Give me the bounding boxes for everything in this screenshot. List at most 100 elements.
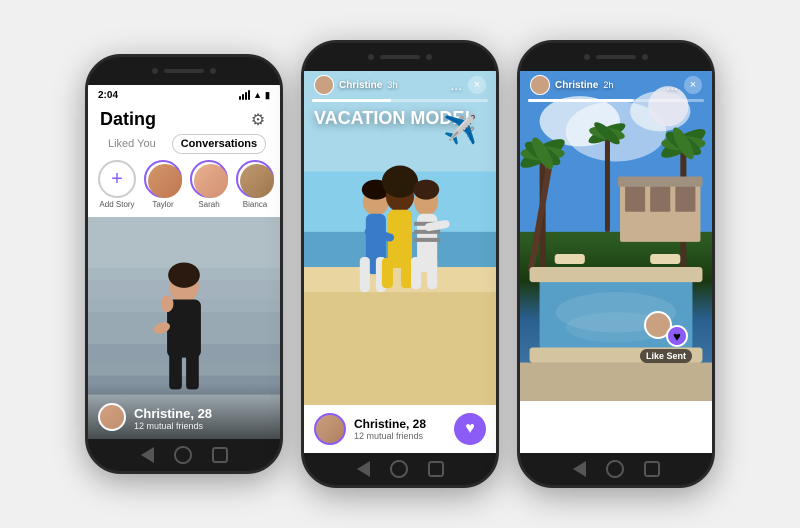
like-sent-text: Like Sent <box>640 349 692 363</box>
close-story-button-p3[interactable]: × <box>684 76 702 94</box>
back-button[interactable] <box>141 447 154 463</box>
story-progress <box>312 99 488 102</box>
progress-fill <box>312 99 391 102</box>
heart-sent-icon: ♥ <box>666 325 688 347</box>
add-story-label: Add Story <box>99 200 134 209</box>
dating-header: Dating ⚙ <box>88 105 280 134</box>
signal-icon <box>239 90 250 100</box>
status-time: 2:04 <box>98 90 118 101</box>
camera-dot-p2b <box>426 54 432 60</box>
phone-2-bottom-bar <box>304 453 496 485</box>
card-text: Christine, 28 12 mutual friends <box>134 406 212 431</box>
tab-liked-you[interactable]: Liked You <box>100 135 164 153</box>
story-bianca[interactable]: Bianca <box>236 160 274 209</box>
card-mutual: 12 mutual friends <box>134 421 212 431</box>
home-button[interactable] <box>174 446 192 464</box>
story-top-bar-p3: Christine 2h ... × <box>520 71 712 99</box>
match-card[interactable]: Christine, 28 12 mutual friends <box>88 217 280 439</box>
phone-3-screen: Christine 2h ... × ♥ <box>520 71 712 453</box>
wifi-icon: ▲ <box>253 90 262 100</box>
story-ring-sarah <box>190 160 228 198</box>
more-options-icon[interactable]: ... <box>450 77 462 93</box>
settings-icon[interactable]: ⚙ <box>248 110 268 130</box>
camera-dot-p3b <box>642 54 648 60</box>
phone-1-screen: 2:04 ▲ ▮ Dating ⚙ <box>88 85 280 439</box>
story-actions: ... × <box>450 76 486 94</box>
phone-1-bottom-bar <box>88 439 280 471</box>
profile-sub: 12 mutual friends <box>354 431 426 441</box>
story-ring-bianca <box>236 160 274 198</box>
card-name: Christine, 28 <box>134 406 212 421</box>
phone-1: 2:04 ▲ ▮ Dating ⚙ <box>85 54 283 474</box>
profile-name: Christine, 28 <box>354 417 426 431</box>
home-button-p3[interactable] <box>606 460 624 478</box>
resort-screen: Christine 2h ... × ♥ <box>520 71 712 453</box>
page-title: Dating <box>100 109 156 130</box>
story-sarah[interactable]: Sarah <box>190 160 228 209</box>
story-time-p3: 2h <box>603 80 613 90</box>
speaker-p3 <box>596 55 636 59</box>
sarah-label: Sarah <box>198 200 219 209</box>
story-bottom-bar-p3 <box>520 401 712 453</box>
status-icons: ▲ ▮ <box>239 90 270 101</box>
taylor-avatar <box>148 164 182 198</box>
phone-3-bottom-bar <box>520 453 712 485</box>
phone-2-screen: Christine 3h ... × VACATION MODE! ✈️ <box>304 71 496 453</box>
tabs: Liked You Conversations <box>88 134 280 160</box>
story-screen: Christine 3h ... × VACATION MODE! ✈️ <box>304 71 496 453</box>
like-button[interactable]: ♥ <box>454 413 486 445</box>
camera-dot <box>152 68 158 74</box>
sarah-avatar <box>194 164 228 198</box>
progress-fill-p3 <box>528 99 634 102</box>
recents-button-p3[interactable] <box>644 461 660 477</box>
phone-3-top-bar <box>520 43 712 71</box>
speaker-p2 <box>380 55 420 59</box>
phone-2: Christine 3h ... × VACATION MODE! ✈️ <box>301 40 499 488</box>
resort-photo <box>520 71 712 453</box>
resort-svg <box>520 71 712 453</box>
story-actions-p3: ... × <box>666 76 702 94</box>
story-ring <box>144 160 182 198</box>
avatar-pair: ♥ <box>644 311 688 347</box>
story-profile: Christine, 28 12 mutual friends <box>314 413 426 445</box>
battery-icon: ▮ <box>265 90 270 101</box>
speaker <box>164 69 204 73</box>
recents-button-p2[interactable] <box>428 461 444 477</box>
phone-3: Christine 2h ... × ♥ <box>517 40 715 488</box>
story-user-avatar-p3 <box>530 75 550 95</box>
back-button-p3[interactable] <box>573 461 586 477</box>
add-circle: + <box>98 160 136 198</box>
story-username-p3: Christine <box>555 80 598 91</box>
phone-1-top-bar <box>88 57 280 85</box>
status-bar: 2:04 ▲ ▮ <box>88 85 280 105</box>
recents-button[interactable] <box>212 447 228 463</box>
story-time: 3h <box>387 80 397 90</box>
story-taylor[interactable]: Taylor <box>144 160 182 209</box>
close-story-button[interactable]: × <box>468 76 486 94</box>
like-sent-overlay: ♥ Like Sent <box>640 311 692 363</box>
story-progress-p3 <box>528 99 704 102</box>
bianca-avatar <box>240 164 274 198</box>
story-user-info-p3: Christine 2h <box>530 75 613 95</box>
story-user-info: Christine 3h <box>314 75 397 95</box>
story-user-avatar <box>314 75 334 95</box>
profile-text: Christine, 28 12 mutual friends <box>354 417 426 441</box>
tab-conversations[interactable]: Conversations <box>172 134 266 154</box>
camera-dot-p3 <box>584 54 590 60</box>
story-username: Christine <box>339 80 382 91</box>
story-bottom-info: Christine, 28 12 mutual friends ♥ <box>304 405 496 453</box>
stories-row: + Add Story Taylor Sarah <box>88 160 280 217</box>
phone-2-top-bar <box>304 43 496 71</box>
camera-dot-2 <box>210 68 216 74</box>
camera-dot-p2 <box>368 54 374 60</box>
card-info: Christine, 28 12 mutual friends <box>88 383 280 439</box>
profile-avatar <box>314 413 346 445</box>
more-options-icon-p3[interactable]: ... <box>666 77 678 93</box>
back-button-p2[interactable] <box>357 461 370 477</box>
add-story-button[interactable]: + Add Story <box>98 160 136 209</box>
home-button-p2[interactable] <box>390 460 408 478</box>
bianca-label: Bianca <box>243 200 267 209</box>
card-avatar <box>98 403 126 431</box>
taylor-label: Taylor <box>152 200 173 209</box>
story-top-bar: Christine 3h ... × <box>304 71 496 99</box>
